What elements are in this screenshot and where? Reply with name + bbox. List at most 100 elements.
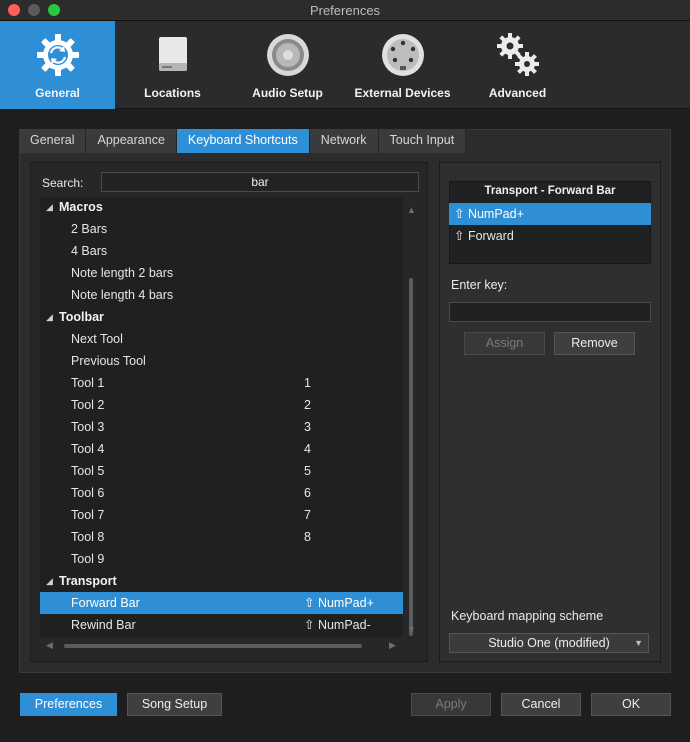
tree-item[interactable]: Tool 2 2 [40, 394, 403, 416]
tab-general[interactable]: General [19, 129, 87, 153]
remove-button[interactable]: Remove [554, 332, 635, 355]
tree-group[interactable]: ◢ Toolbar [40, 306, 403, 328]
command-name: Previous Tool [71, 354, 146, 368]
apply-button[interactable]: Apply [411, 693, 491, 716]
command-name: Forward Bar [71, 596, 140, 610]
gear-sync-icon [36, 34, 79, 76]
chevron-down-icon: ▼ [634, 638, 643, 648]
drive-icon [158, 37, 187, 71]
horizontal-scroll-thumb[interactable] [64, 644, 362, 648]
cancel-button[interactable]: Cancel [501, 693, 581, 716]
ok-button[interactable]: OK [591, 693, 671, 716]
shortcut-key: 1 [304, 376, 311, 390]
enter-key-input[interactable] [449, 302, 651, 322]
category-external-devices-label: External Devices [354, 86, 451, 100]
shortcut-key: 6 [304, 486, 311, 500]
command-title: Transport - Forward Bar [484, 185, 616, 197]
command-name: Tool 8 [71, 530, 105, 544]
shortcut-key: 5 [304, 464, 311, 478]
shortcut-key: 3 [304, 420, 311, 434]
tree-item[interactable]: 2 Bars [40, 218, 403, 240]
speaker-icon [266, 34, 309, 76]
command-name: Tool 4 [71, 442, 105, 456]
tree-item[interactable]: Tool 5 5 [40, 460, 403, 482]
assign-button[interactable]: Assign [464, 332, 545, 355]
category-audio-setup[interactable]: Audio Setup [230, 21, 345, 109]
tab-appearance[interactable]: Appearance [86, 129, 177, 153]
command-name: Tool 5 [71, 464, 105, 478]
category-general-label: General [35, 86, 80, 100]
tree-group[interactable]: ◢ Transport [40, 570, 403, 592]
search-label: Search: [42, 176, 84, 190]
category-locations[interactable]: Locations [115, 21, 230, 109]
tree-group[interactable]: ◢ Macros [40, 197, 403, 218]
preferences-button[interactable]: Preferences [20, 693, 117, 716]
tab-touch-input[interactable]: Touch Input [378, 129, 467, 153]
scroll-up-icon[interactable]: ▲ [407, 205, 416, 215]
tree-item[interactable]: Tool 4 4 [40, 438, 403, 460]
tree-group-label: Toolbar [59, 310, 104, 324]
command-name: Note length 2 bars [71, 266, 174, 280]
tab-network[interactable]: Network [309, 129, 379, 153]
assigned-shortcut-item[interactable]: ⇧ NumPad+ [449, 203, 651, 225]
tree-item[interactable]: Previous Tool [40, 350, 403, 372]
tab-keyboard-shortcuts[interactable]: Keyboard Shortcuts [176, 129, 310, 153]
scroll-down-icon[interactable]: ▼ [407, 624, 416, 634]
tree-group-label: Macros [59, 200, 103, 214]
shortcut-key: 2 [304, 398, 311, 412]
command-name: Tool 3 [71, 420, 105, 434]
expand-triangle-icon[interactable]: ◢ [46, 197, 53, 218]
command-name: Tool 1 [71, 376, 105, 390]
command-name: Rewind Bar [71, 618, 136, 632]
tree-item[interactable]: Tool 3 3 [40, 416, 403, 438]
shortcut-key: ⇧ NumPad- [304, 618, 371, 632]
tree-item[interactable]: 4 Bars [40, 240, 403, 262]
scroll-left-icon[interactable]: ◀ [46, 640, 53, 651]
tree-item[interactable]: Next Tool [40, 328, 403, 350]
category-audio-setup-label: Audio Setup [252, 86, 323, 100]
song-setup-button[interactable]: Song Setup [127, 693, 222, 716]
mapping-scheme-label: Keyboard mapping scheme [451, 609, 604, 623]
command-name: Tool 9 [71, 552, 105, 566]
tree-group-label: Transport [59, 574, 117, 588]
tree-item[interactable]: Note length 4 bars [40, 284, 403, 306]
subtab-bar: General Appearance Keyboard Shortcuts Ne… [19, 129, 467, 153]
tree-item[interactable]: Note length 2 bars [40, 262, 403, 284]
search-input[interactable] [101, 172, 419, 192]
assigned-shortcut-item[interactable]: ⇧ Forward [449, 225, 651, 247]
category-advanced[interactable]: Advanced [460, 21, 575, 109]
command-name: Note length 4 bars [71, 288, 174, 302]
command-name: Tool 7 [71, 508, 105, 522]
tree-item[interactable]: Tool 6 6 [40, 482, 403, 504]
window-title: Preferences [309, 3, 381, 18]
gears-icon [496, 33, 539, 76]
tree-item[interactable]: Tool 9 [40, 548, 403, 570]
expand-triangle-icon[interactable]: ◢ [46, 306, 53, 328]
enter-key-label: Enter key: [451, 278, 508, 292]
expand-triangle-icon[interactable]: ◢ [46, 570, 53, 592]
shortcut-key: ⇧ NumPad+ [304, 596, 374, 610]
category-external-devices[interactable]: External Devices [345, 21, 460, 109]
tree-item[interactable]: Rewind Bar ⇧ NumPad- [40, 614, 403, 636]
mapping-scheme-select[interactable]: Studio One (modified) ▼ [449, 633, 649, 653]
tree-item[interactable]: Tool 8 8 [40, 526, 403, 548]
category-advanced-label: Advanced [488, 86, 547, 100]
command-name: Tool 2 [71, 398, 105, 412]
tree-item[interactable]: Tool 7 7 [40, 504, 403, 526]
shortcut-key: 4 [304, 442, 311, 456]
category-general[interactable]: General [0, 21, 115, 109]
command-name: Next Tool [71, 332, 123, 346]
mapping-scheme-value: Studio One (modified) [488, 636, 610, 650]
tree-item[interactable]: Forward Bar ⇧ NumPad+ [40, 592, 403, 614]
shortcut-key: 7 [304, 508, 311, 522]
category-toolbar: General Locations Audio Setup External D… [0, 21, 690, 109]
vertical-scroll-thumb[interactable] [409, 278, 413, 636]
shortcut-tree[interactable]: ◢ Macros 2 Bars 4 Bars Note length 2 bars Not… [40, 197, 403, 637]
scroll-right-icon[interactable]: ▶ [389, 640, 396, 651]
midi-port-icon [381, 34, 424, 76]
category-locations-label: Locations [144, 86, 201, 100]
command-name: 2 Bars [71, 222, 108, 236]
shortcut-key: 8 [304, 530, 311, 544]
command-name: 4 Bars [71, 244, 108, 258]
tree-item[interactable]: Tool 1 1 [40, 372, 403, 394]
